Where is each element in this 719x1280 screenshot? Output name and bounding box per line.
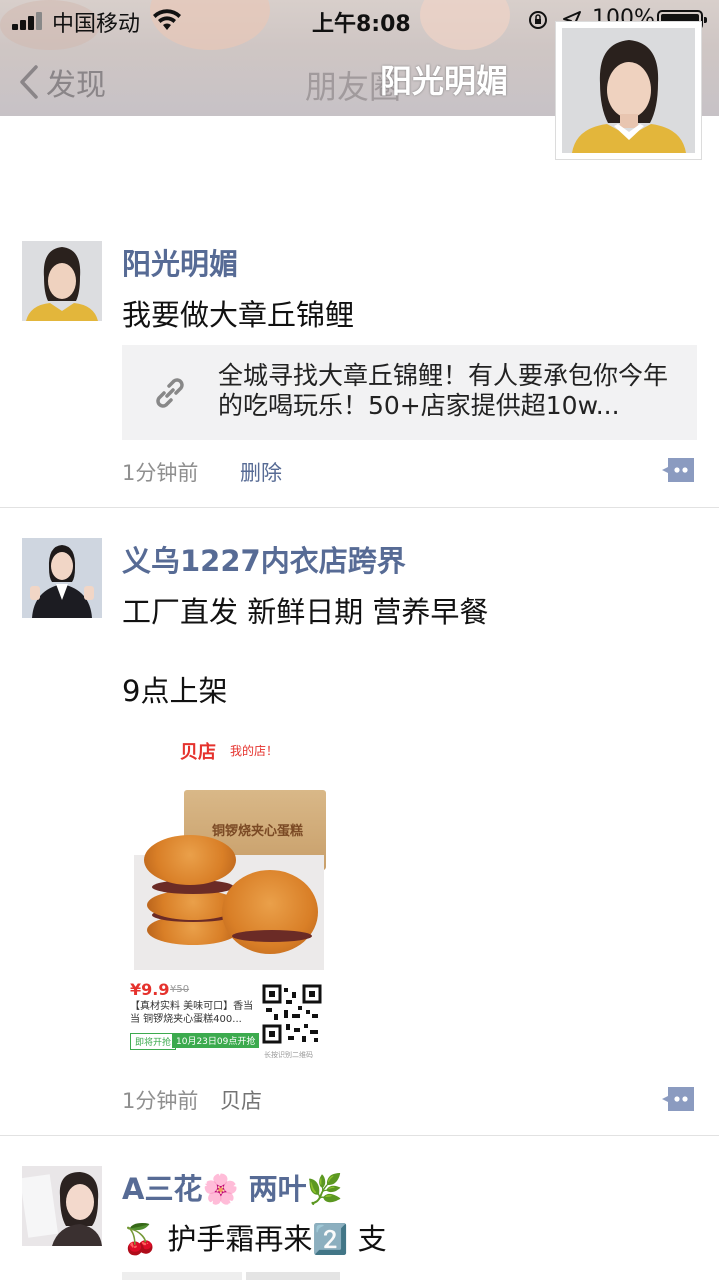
signal-icon <box>12 12 48 30</box>
chevron-left-icon <box>20 65 38 99</box>
cake-shape <box>232 930 312 942</box>
post-author-name[interactable]: 阳光明媚 <box>122 241 238 283</box>
orientation-lock-icon <box>529 11 547 29</box>
post-time: 1分钟前 <box>122 461 199 485</box>
product-price: ¥9.9 <box>130 980 170 999</box>
comment-action-icon[interactable] <box>660 456 696 484</box>
status-badge: 10月23日09点开抢 <box>172 1033 260 1048</box>
post-author-name[interactable]: 义乌1227内衣店跨界 <box>122 538 406 580</box>
shared-link-card[interactable]: 全城寻找大章丘锦鲤！有人要承包你今年的吃喝玩乐！50+店家提供超10w... <box>122 345 697 440</box>
link-title: 全城寻找大章丘锦鲤！有人要承包你今年的吃喝玩乐！50+店家提供超10w... <box>218 361 669 420</box>
comment-action-icon[interactable] <box>660 1085 696 1113</box>
box-label: 铜锣烧夹心蛋糕 <box>212 824 304 839</box>
post-text: 🍒 护手霜再来2️⃣ 支 <box>122 1222 387 1256</box>
clock: 上午8:08 <box>312 12 411 37</box>
back-button[interactable]: 发现 <box>18 62 106 103</box>
avatar-photo <box>22 538 102 618</box>
avatar-photo <box>562 28 695 153</box>
post-text: 9点上架 <box>122 674 228 708</box>
brand-slogan: 我的店！ <box>230 744 279 758</box>
post-text: 工厂直发 新鲜日期 营养早餐 <box>122 595 489 629</box>
product-description: 【真材实料 美味可口】香当当 铜锣烧夹心蛋糕400... <box>130 1001 254 1025</box>
post-avatar[interactable] <box>22 241 102 321</box>
link-icon <box>155 377 184 408</box>
post-image-thumb[interactable] <box>122 1272 242 1280</box>
avatar-photo <box>22 241 102 321</box>
cake-shape <box>144 835 236 885</box>
qr-caption: 长按识别二维码 <box>264 1051 313 1059</box>
post-image-thumb[interactable] <box>246 1272 340 1280</box>
nav-title: 阳光明媚 <box>380 62 509 100</box>
post-time: 1分钟前 <box>122 1089 199 1113</box>
wifi-icon <box>153 9 181 30</box>
post-image[interactable]: 贝店 我的店！ 铜锣烧夹心蛋糕 ¥9.9 ¥50 【真材实料 美味可口】香当当 … <box>122 730 332 1065</box>
post-source[interactable]: 贝店 <box>220 1085 262 1115</box>
delete-button[interactable]: 删除 <box>240 457 282 487</box>
post-avatar[interactable] <box>22 538 102 618</box>
back-label: 发现 <box>46 68 106 103</box>
link-thumb <box>122 345 217 440</box>
profile-avatar[interactable] <box>556 22 701 159</box>
post-author-name[interactable]: A三花🌸 两叶🌿 <box>122 1166 343 1208</box>
brand-logo: 贝店 <box>180 742 216 763</box>
divider <box>0 1135 719 1136</box>
product-price-old: ¥50 <box>170 984 190 995</box>
post-text: 我要做大章丘锦鲤 <box>122 298 355 332</box>
divider <box>0 507 719 508</box>
qr-code-icon <box>262 984 322 1044</box>
status-badge: 即将开抢 <box>130 1033 177 1050</box>
post-avatar[interactable] <box>22 1166 102 1246</box>
avatar-photo <box>22 1166 102 1246</box>
carrier-label: 中国移动 <box>52 12 141 37</box>
